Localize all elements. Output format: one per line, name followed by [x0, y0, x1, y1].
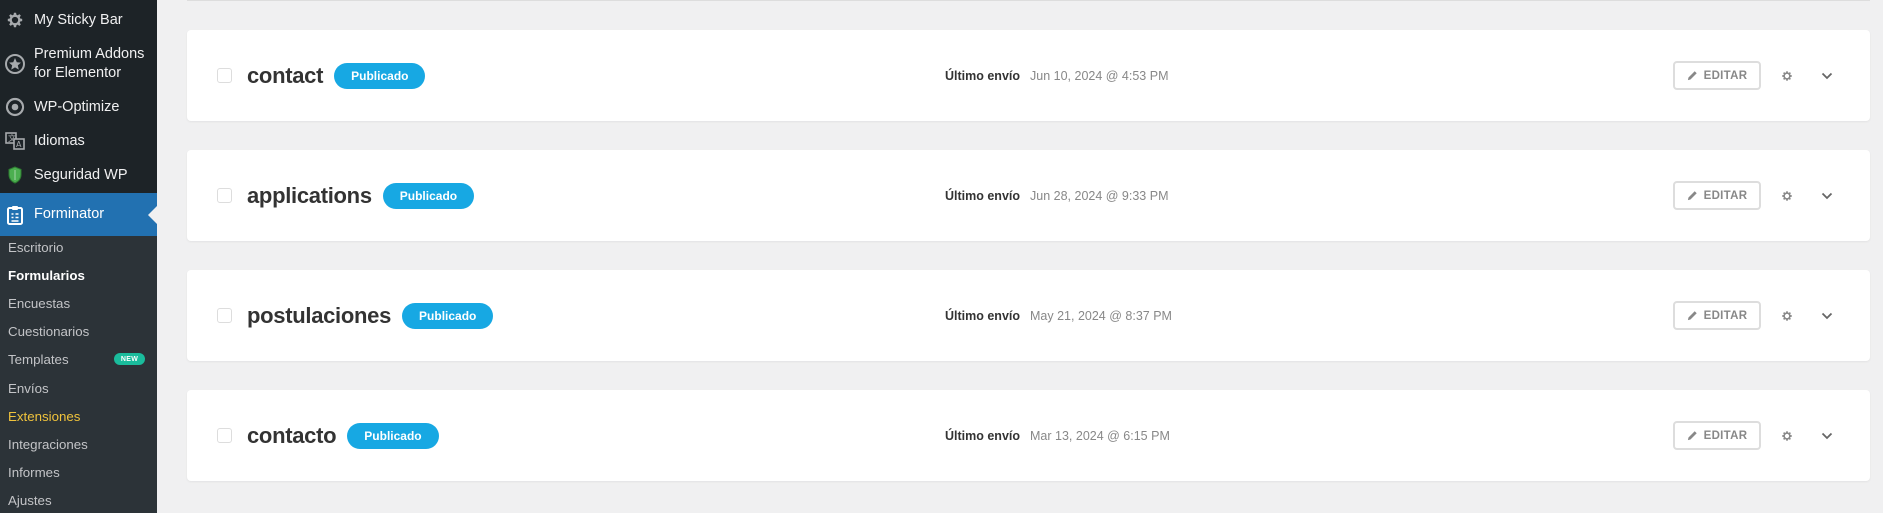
submenu-item-formularios[interactable]: Formularios — [8, 267, 85, 285]
status-badge: Publicado — [334, 62, 426, 89]
submenu-item-integraciones[interactable]: Integraciones — [8, 436, 88, 454]
form-card: contact Publicado Último envío Jun 10, 2… — [187, 30, 1870, 121]
submenu-item-encuestas[interactable]: Encuestas — [8, 295, 70, 313]
select-checkbox[interactable] — [217, 68, 232, 83]
submenu-item-escritorio[interactable]: Escritorio — [8, 239, 63, 257]
menu-label: WP-Optimize — [34, 98, 120, 115]
chevron-down-icon[interactable] — [1817, 426, 1837, 446]
form-title[interactable]: postulaciones — [247, 303, 391, 329]
chevron-down-icon[interactable] — [1817, 306, 1837, 326]
select-checkbox[interactable] — [217, 308, 232, 323]
submenu-item-cuestionarios[interactable]: Cuestionarios — [8, 323, 89, 341]
submenu-item-ajustes[interactable]: Ajustes — [8, 492, 52, 510]
shield-icon — [4, 164, 26, 186]
form-card: applications Publicado Último envío Jun … — [187, 150, 1870, 241]
menu-label: Forminator — [34, 206, 105, 222]
form-card: postulaciones Publicado Último envío May… — [187, 270, 1870, 361]
menu-label: Seguridad WP — [34, 166, 128, 183]
form-title[interactable]: applications — [247, 183, 372, 209]
clipboard-icon — [4, 204, 26, 226]
edit-label: EDITAR — [1703, 69, 1748, 82]
status-badge: Publicado — [347, 422, 439, 449]
submenu-item-envios[interactable]: Envíos — [8, 380, 49, 398]
submenu-item-informes[interactable]: Informes — [8, 464, 60, 482]
edit-button[interactable]: EDITAR — [1673, 61, 1761, 90]
menu-item-premium-addons[interactable]: Premium Addons for Elementor — [0, 44, 157, 84]
menu-item-seguridad-wp[interactable]: Seguridad WP — [0, 163, 157, 187]
chevron-down-icon[interactable] — [1817, 66, 1837, 86]
svg-text:A: A — [16, 140, 22, 149]
admin-sidebar: My Sticky Bar Premium Addons for Element… — [0, 0, 157, 513]
menu-item-forminator[interactable]: Forminator — [0, 193, 157, 236]
form-card: contacto Publicado Último envío Mar 13, … — [187, 390, 1870, 481]
last-submission-date: Jun 28, 2024 @ 9:33 PM — [1030, 188, 1169, 203]
status-badge: Publicado — [382, 182, 475, 209]
pencil-icon — [1687, 431, 1697, 441]
edit-label: EDITAR — [1703, 429, 1748, 442]
status-badge: Publicado — [402, 302, 494, 329]
last-submission-label: Último envío — [945, 188, 1021, 203]
gear-icon[interactable] — [1777, 426, 1797, 446]
menu-label: My Sticky Bar — [34, 11, 123, 28]
edit-button[interactable]: EDITAR — [1673, 421, 1761, 450]
edit-label: EDITAR — [1703, 309, 1748, 322]
pencil-icon — [1687, 191, 1697, 201]
last-submission-label: Último envío — [945, 68, 1021, 83]
last-submission-label: Último envío — [945, 428, 1021, 443]
last-submission-label: Último envío — [945, 308, 1021, 323]
menu-label: Idiomas — [34, 132, 85, 149]
pencil-icon — [1687, 71, 1697, 81]
last-submission-date: Jun 10, 2024 @ 4:53 PM — [1030, 68, 1169, 83]
last-submission-date: Mar 13, 2024 @ 6:15 PM — [1030, 428, 1170, 443]
edit-label: EDITAR — [1703, 189, 1748, 202]
edit-button[interactable]: EDITAR — [1673, 181, 1761, 210]
new-badge: NEW — [114, 353, 145, 365]
menu-item-idiomas[interactable]: 文A Idiomas — [0, 129, 157, 153]
gear-icon[interactable] — [1777, 186, 1797, 206]
submenu-item-templates[interactable]: Templates — [8, 351, 69, 369]
edit-button[interactable]: EDITAR — [1673, 301, 1761, 330]
gear-icon[interactable] — [1777, 66, 1797, 86]
gear-icon — [4, 9, 26, 31]
select-checkbox[interactable] — [217, 428, 232, 443]
wp-optimize-icon — [4, 96, 26, 118]
select-checkbox[interactable] — [217, 188, 232, 203]
previous-card-edge — [187, 0, 1870, 1]
gear-icon[interactable] — [1777, 306, 1797, 326]
submenu-item-extensiones[interactable]: Extensiones — [8, 408, 80, 426]
menu-label: Premium Addons for Elementor — [34, 46, 145, 81]
last-submission-date: May 21, 2024 @ 8:37 PM — [1030, 308, 1172, 323]
premium-addons-icon — [4, 53, 26, 75]
translate-icon: 文A — [4, 130, 26, 152]
menu-item-wp-optimize[interactable]: WP-Optimize — [0, 95, 157, 119]
menu-item-my-sticky-bar[interactable]: My Sticky Bar — [0, 8, 157, 32]
chevron-down-icon[interactable] — [1817, 186, 1837, 206]
form-title[interactable]: contact — [247, 63, 323, 89]
pencil-icon — [1687, 311, 1697, 321]
form-title[interactable]: contacto — [247, 423, 337, 449]
